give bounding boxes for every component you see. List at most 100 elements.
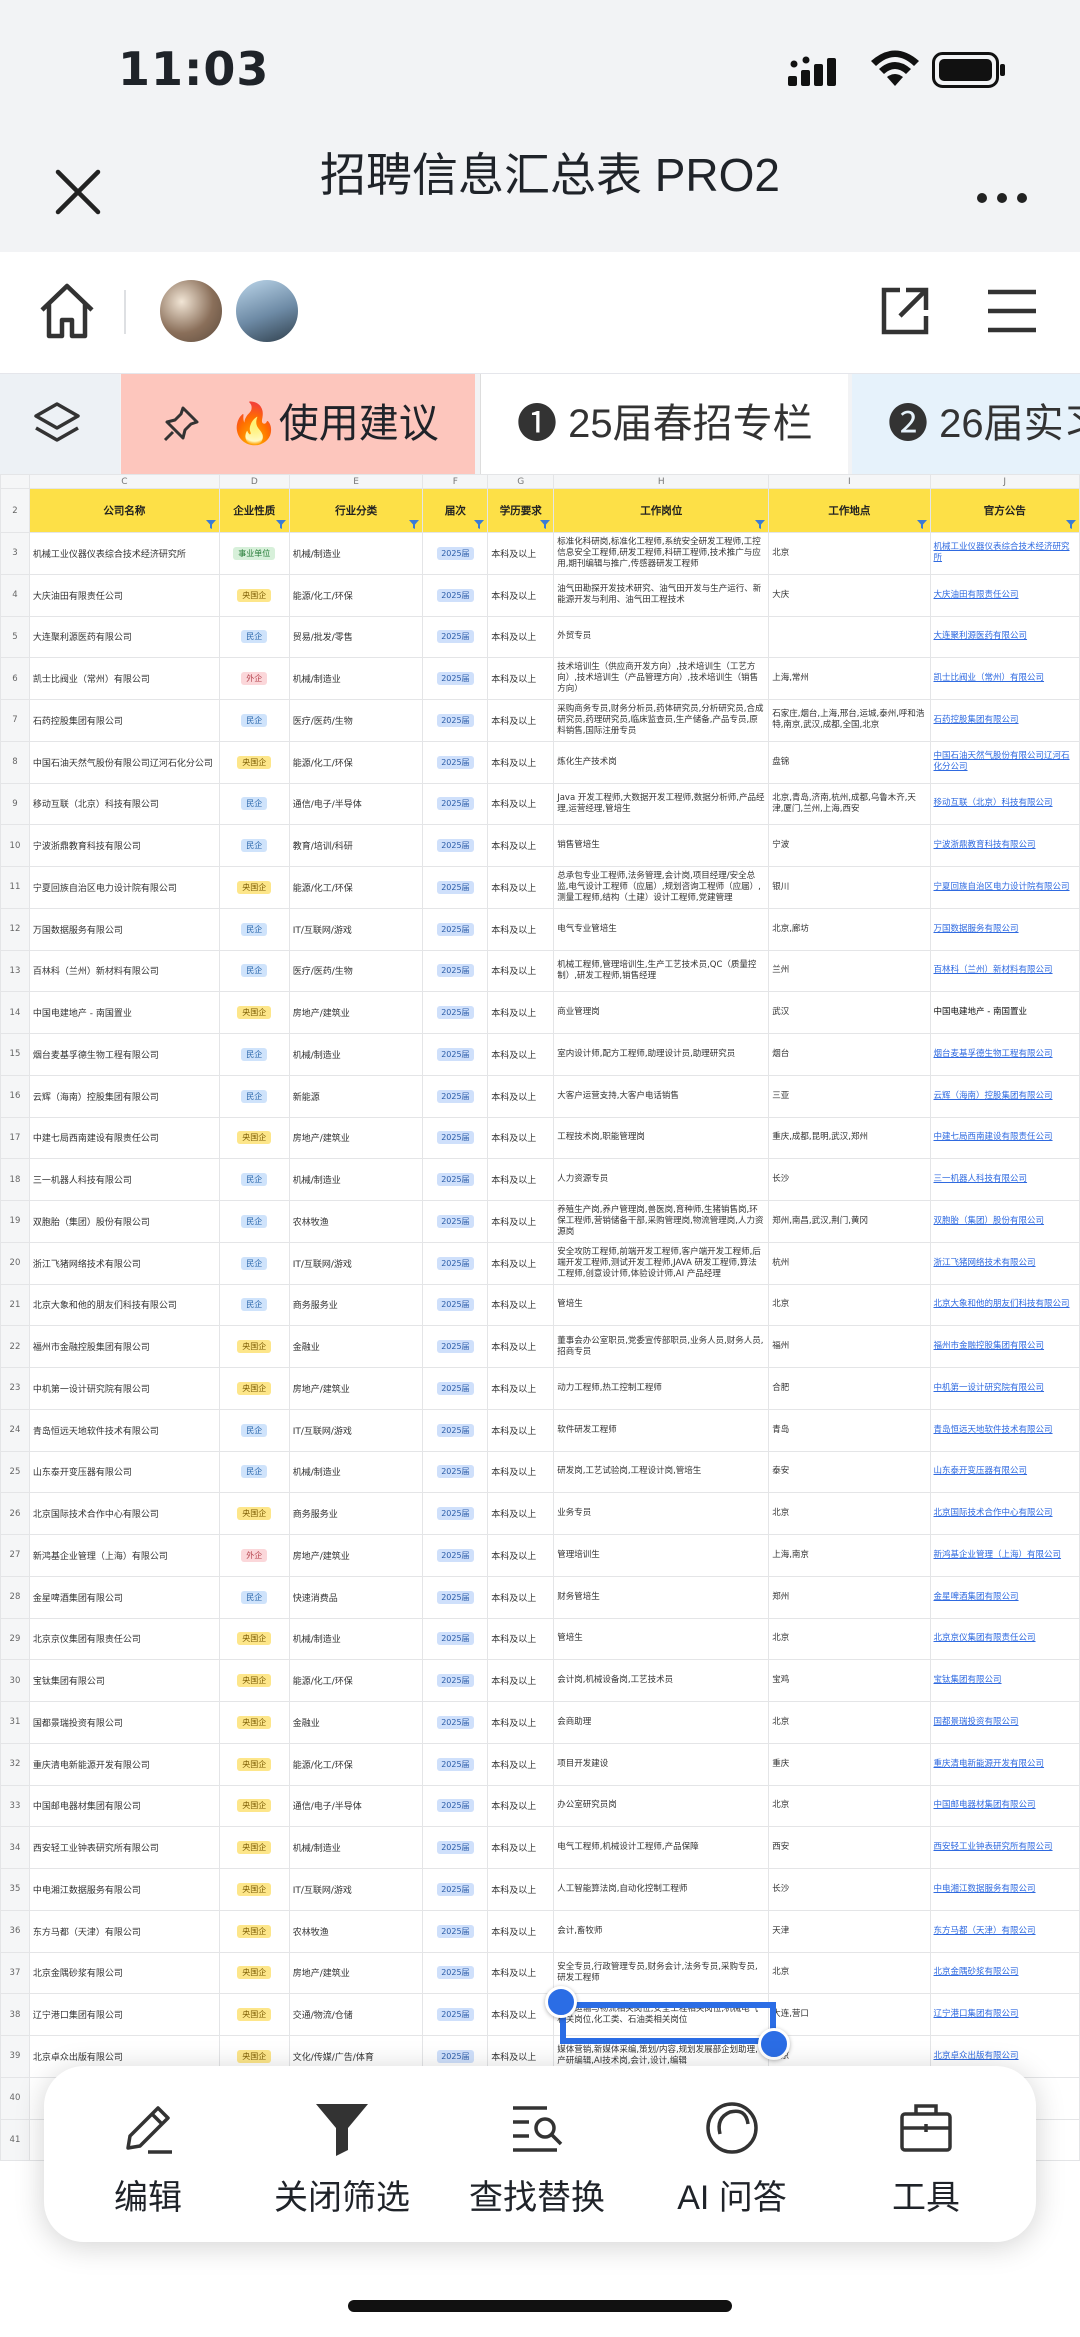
industry-cell[interactable]: 能源/化工/环保: [288, 866, 424, 909]
row-number[interactable]: 16: [0, 1074, 30, 1118]
announcement-link[interactable]: 宁夏回族自治区电力设计院有限公司: [929, 866, 1080, 909]
column-letter[interactable]: I: [768, 474, 931, 489]
row-number[interactable]: 11: [0, 866, 30, 909]
company-cell[interactable]: 国都景瑞投资有限公司: [28, 1701, 220, 1744]
announcement-link[interactable]: 东方马都（天津）有限公司: [929, 1909, 1080, 1953]
company-type-cell[interactable]: 民企: [218, 824, 290, 867]
year-cell[interactable]: 2025届: [422, 1909, 489, 1953]
row-number[interactable]: 40: [0, 2076, 30, 2120]
industry-cell[interactable]: 交通/物流/仓储: [288, 1993, 424, 2036]
announcement-link[interactable]: 北京金隅砂浆有限公司: [929, 1951, 1080, 1995]
announcement-link[interactable]: 万国数据服务有限公司: [929, 907, 1080, 951]
ai-qa-button[interactable]: AI 问答: [642, 2066, 822, 2242]
year-cell[interactable]: 2025届: [422, 740, 489, 784]
year-cell[interactable]: 2025届: [422, 1492, 489, 1535]
column-letter[interactable]: G: [487, 474, 555, 489]
location-cell[interactable]: 银川: [768, 866, 931, 909]
row-number[interactable]: 13: [0, 949, 30, 993]
education-cell[interactable]: 本科及以上: [487, 907, 555, 951]
job-cell[interactable]: 总承包专业工程师,法务管理,会计岗,项目经理/安全总监,电气设计工程师（应届）,…: [553, 866, 770, 909]
row-number[interactable]: 21: [0, 1283, 30, 1327]
job-cell[interactable]: 管理培训生: [553, 1534, 770, 1577]
industry-cell[interactable]: 机械/制造业: [288, 1826, 424, 1869]
location-cell[interactable]: 石家庄,烟台,上海,邢台,运城,泰州,呼和浩特,南京,武汉,成都,全国,北京: [768, 699, 931, 742]
location-cell[interactable]: 北京: [768, 1784, 931, 1828]
location-cell[interactable]: 北京: [768, 1492, 931, 1535]
company-type-cell[interactable]: 民企: [218, 782, 290, 826]
location-cell[interactable]: 郑州,南昌,武汉,荆门,黄冈: [768, 1200, 931, 1243]
location-cell[interactable]: 重庆,成都,昆明,武汉,郑州: [768, 1116, 931, 1160]
education-cell[interactable]: 本科及以上: [487, 1701, 555, 1744]
education-cell[interactable]: 本科及以上: [487, 1033, 555, 1076]
announcement-link[interactable]: 辽宁港口集团有限公司: [929, 1993, 1080, 2036]
row-number[interactable]: 28: [0, 1575, 30, 1619]
industry-cell[interactable]: 能源/化工/环保: [288, 740, 424, 784]
company-type-cell[interactable]: 央国企: [218, 1742, 290, 1786]
column-header[interactable]: 学历要求: [487, 488, 555, 533]
location-cell[interactable]: 大庆: [768, 573, 931, 617]
row-number[interactable]: 41: [0, 2118, 30, 2162]
education-cell[interactable]: 本科及以上: [487, 824, 555, 867]
industry-cell[interactable]: 金融业: [288, 1325, 424, 1368]
job-cell[interactable]: 外贸专员: [553, 615, 770, 659]
industry-cell[interactable]: 通信/电子/半导体: [288, 1784, 424, 1828]
education-cell[interactable]: 本科及以上: [487, 866, 555, 909]
education-cell[interactable]: 本科及以上: [487, 532, 555, 575]
announcement-link[interactable]: 宝钛集团有限公司: [929, 1659, 1080, 1702]
row-number[interactable]: 19: [0, 1200, 30, 1243]
industry-cell[interactable]: IT/互联网/游戏: [288, 1408, 424, 1452]
row-number[interactable]: 3: [0, 532, 30, 575]
location-cell[interactable]: 长沙: [768, 1868, 931, 1911]
education-cell[interactable]: 本科及以上: [487, 782, 555, 826]
company-cell[interactable]: 山东泰开变压器有限公司: [28, 1450, 220, 1494]
column-letter[interactable]: F: [422, 474, 489, 489]
location-cell[interactable]: 郑州: [768, 1575, 931, 1619]
company-type-cell[interactable]: 央国企: [218, 1659, 290, 1702]
education-cell[interactable]: 本科及以上: [487, 1617, 555, 1661]
company-cell[interactable]: 新鸿基企业管理（上海）有限公司: [28, 1534, 220, 1577]
industry-cell[interactable]: 能源/化工/环保: [288, 1742, 424, 1786]
job-cell[interactable]: 管培生: [553, 1617, 770, 1661]
education-cell[interactable]: 本科及以上: [487, 1116, 555, 1160]
location-cell[interactable]: 长沙: [768, 1158, 931, 1201]
announcement-link[interactable]: 移动互联（北京）科技有限公司: [929, 782, 1080, 826]
education-cell[interactable]: 本科及以上: [487, 1575, 555, 1619]
company-cell[interactable]: 中国石油天然气股份有限公司辽河石化分公司: [28, 740, 220, 784]
column-header[interactable]: 官方公告: [929, 488, 1080, 533]
column-header[interactable]: 工作地点: [768, 488, 931, 533]
row-number[interactable]: 30: [0, 1659, 30, 1702]
job-cell[interactable]: 会计岗,机械设备岗,工艺技术员: [553, 1659, 770, 1702]
home-icon[interactable]: [36, 280, 98, 342]
education-cell[interactable]: 本科及以上: [487, 1450, 555, 1494]
job-cell[interactable]: 研发岗,工艺试验岗,工程设计岗,管培生: [553, 1450, 770, 1494]
company-cell[interactable]: 中电湘江数据服务有限公司: [28, 1868, 220, 1911]
company-cell[interactable]: 万国数据服务有限公司: [28, 907, 220, 951]
year-cell[interactable]: 2025届: [422, 1450, 489, 1494]
job-cell[interactable]: 管培生: [553, 1283, 770, 1327]
company-cell[interactable]: 西安轻工业钟表研究所有限公司: [28, 1826, 220, 1869]
job-cell[interactable]: 油气田勘探开发技术研究、油气田开发与生产运行、新能源开发与利用、油气田工程技术: [553, 573, 770, 617]
row-number[interactable]: 4: [0, 573, 30, 617]
company-type-cell[interactable]: 央国企: [218, 1784, 290, 1828]
education-cell[interactable]: 本科及以上: [487, 573, 555, 617]
row-number[interactable]: 15: [0, 1033, 30, 1076]
job-cell[interactable]: 室内设计师,配方工程师,助理设计员,助理研究员: [553, 1033, 770, 1076]
row-number[interactable]: 31: [0, 1701, 30, 1744]
filter-icon[interactable]: [275, 520, 286, 529]
row-number[interactable]: 35: [0, 1868, 30, 1911]
filter-icon[interactable]: [474, 520, 485, 529]
location-cell[interactable]: 合肥: [768, 1367, 931, 1410]
location-cell[interactable]: [768, 615, 931, 659]
announcement-link[interactable]: 云辉（海南）控股集团有限公司: [929, 1074, 1080, 1118]
education-cell[interactable]: 本科及以上: [487, 1408, 555, 1452]
year-cell[interactable]: 2025届: [422, 1784, 489, 1828]
find-replace-button[interactable]: 查找替换: [447, 2066, 627, 2242]
education-cell[interactable]: 本科及以上: [487, 1951, 555, 1995]
row-number[interactable]: 10: [0, 824, 30, 867]
announcement-link[interactable]: 中国邮电器材集团有限公司: [929, 1784, 1080, 1828]
announcement-link[interactable]: 金星啤酒集团有限公司: [929, 1575, 1080, 1619]
row-number[interactable]: 2: [0, 488, 30, 533]
location-cell[interactable]: 北京: [768, 1701, 931, 1744]
industry-cell[interactable]: 医疗/医药/生物: [288, 699, 424, 742]
company-cell[interactable]: 中国邮电器材集团有限公司: [28, 1784, 220, 1828]
